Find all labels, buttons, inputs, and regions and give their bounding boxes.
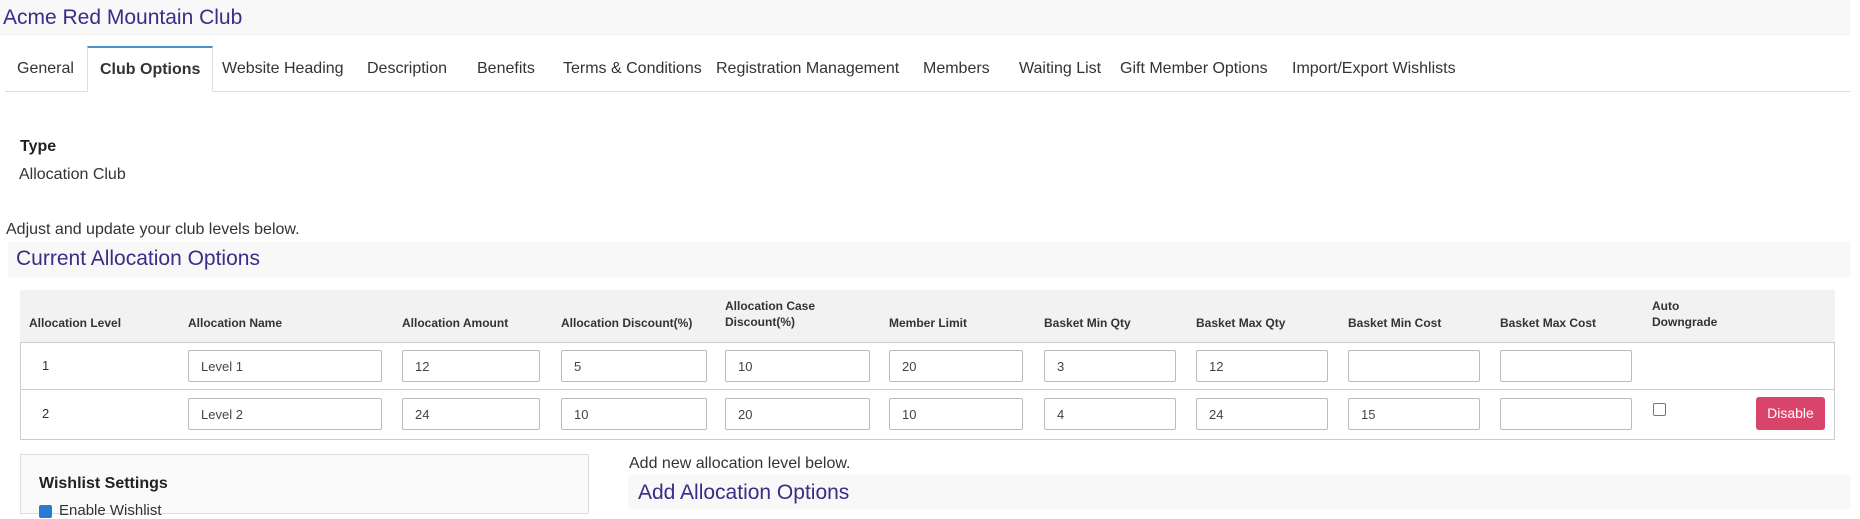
col-allocation-name: Allocation Name (188, 316, 283, 330)
basket-min-cost-input[interactable] (1348, 398, 1480, 430)
member-limit-input[interactable] (889, 350, 1023, 382)
tab-registration-management[interactable]: Registration Management (704, 46, 911, 91)
type-label: Type (20, 138, 57, 155)
tab-import-export-wishlists[interactable]: Import/Export Wishlists (1280, 46, 1468, 91)
title-bar: Acme Red Mountain Club (0, 0, 1850, 35)
tab-gift-member-options[interactable]: Gift Member Options (1108, 46, 1280, 91)
basket-max-cost-input[interactable] (1500, 398, 1632, 430)
add-allocation-title: Add Allocation Options (638, 481, 850, 504)
allocation-table-header: Allocation Level Allocation Name Allocat… (20, 290, 1835, 343)
col-basket-max-qty: Basket Max Qty (1196, 316, 1286, 330)
intro-text: Adjust and update your club levels below… (6, 221, 300, 238)
basket-max-qty-input[interactable] (1196, 398, 1328, 430)
allocation-amount-input[interactable] (402, 350, 540, 382)
basket-min-qty-input[interactable] (1044, 350, 1176, 382)
allocation-discount-input[interactable] (561, 398, 707, 430)
allocation-case-discount-input[interactable] (725, 398, 870, 430)
tab-club-options[interactable]: Club Options (87, 46, 214, 92)
col-basket-max-cost: Basket Max Cost (1500, 316, 1597, 330)
tab-waiting-list[interactable]: Waiting List (1007, 46, 1113, 91)
allocation-name-input[interactable] (188, 398, 382, 430)
col-basket-min-qty: Basket Min Qty (1044, 316, 1131, 330)
col-allocation-amount: Allocation Amount (402, 316, 509, 330)
col-auto-downgrade: Auto Downgrade (1652, 299, 1718, 329)
allocation-name-input[interactable] (188, 350, 382, 382)
tab-terms-conditions[interactable]: Terms & Conditions (551, 46, 714, 91)
add-allocation-intro: Add new allocation level below. (629, 455, 851, 472)
allocation-amount-input[interactable] (402, 398, 540, 430)
basket-max-cost-input[interactable] (1500, 350, 1632, 382)
tab-bar: General Club Options Website Heading Des… (5, 46, 1850, 92)
tab-members[interactable]: Members (911, 46, 1002, 91)
table-row: 2 Disable (20, 390, 1835, 440)
basket-min-cost-input[interactable] (1348, 350, 1480, 382)
add-allocation-header: Add Allocation Options (628, 475, 1850, 509)
enable-wishlist-checkbox[interactable] (39, 505, 52, 518)
allocation-level-cell: 2 (42, 406, 50, 421)
tab-general[interactable]: General (5, 46, 86, 91)
table-row: 1 (20, 342, 1835, 390)
allocation-level-cell: 1 (42, 358, 50, 373)
basket-max-qty-input[interactable] (1196, 350, 1328, 382)
page-title: Acme Red Mountain Club (3, 6, 243, 29)
tab-benefits[interactable]: Benefits (465, 46, 547, 91)
basket-min-qty-input[interactable] (1044, 398, 1176, 430)
col-allocation-case-discount: Allocation Case Discount(%) (725, 299, 816, 329)
col-allocation-level: Allocation Level (29, 316, 122, 330)
type-value: Allocation Club (19, 166, 126, 183)
allocation-discount-input[interactable] (561, 350, 707, 382)
col-member-limit: Member Limit (889, 316, 968, 330)
wishlist-settings-title: Wishlist Settings (39, 475, 168, 492)
tab-description[interactable]: Description (355, 46, 459, 91)
tab-website-heading[interactable]: Website Heading (210, 46, 356, 91)
col-allocation-discount: Allocation Discount(%) (561, 316, 693, 330)
col-basket-min-cost: Basket Min Cost (1348, 316, 1442, 330)
disable-button[interactable]: Disable (1756, 397, 1825, 430)
auto-downgrade-checkbox[interactable] (1653, 403, 1666, 416)
wishlist-settings-panel: Wishlist Settings Enable Wishlist (20, 454, 589, 519)
current-allocation-header: Current Allocation Options (8, 242, 1850, 277)
allocation-case-discount-input[interactable] (725, 350, 870, 382)
enable-wishlist-label: Enable Wishlist (59, 502, 162, 519)
section-title: Current Allocation Options (16, 247, 260, 270)
member-limit-input[interactable] (889, 398, 1023, 430)
